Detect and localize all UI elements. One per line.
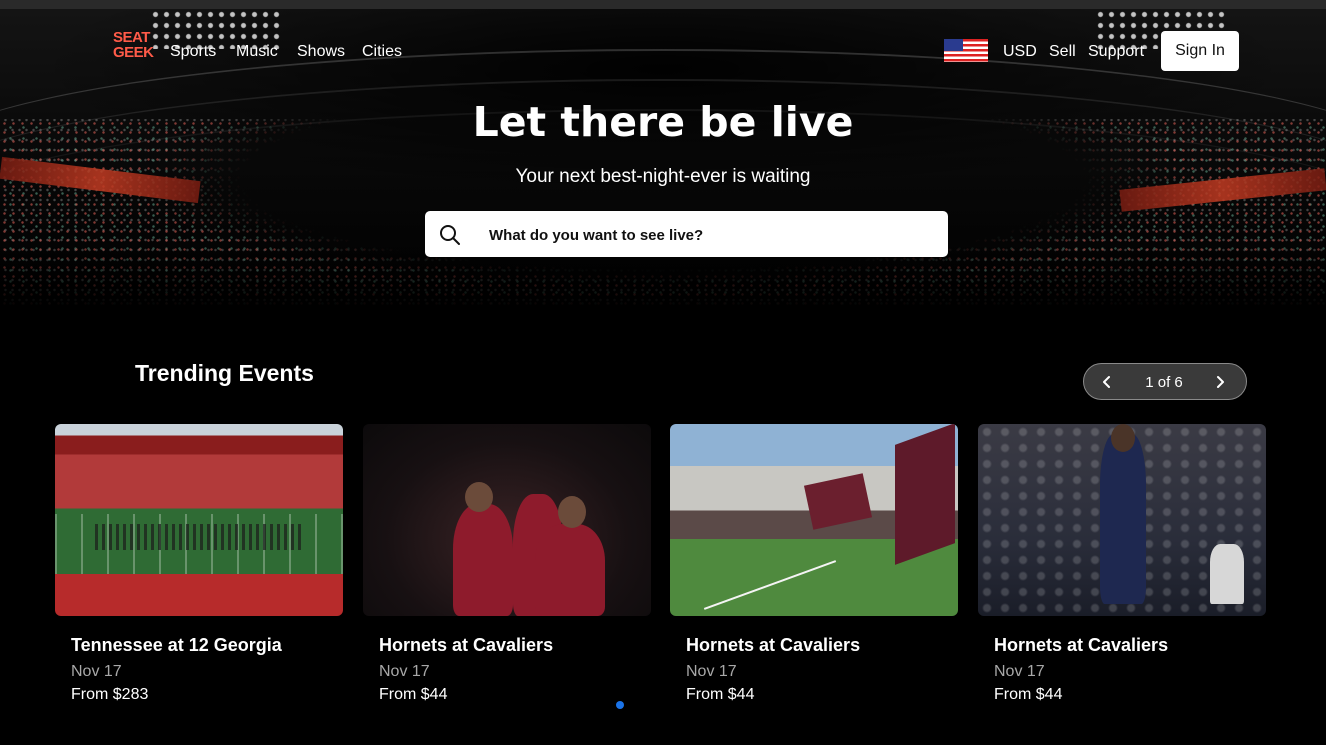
- us-flag-icon[interactable]: [944, 39, 988, 62]
- event-card[interactable]: Tennessee at 12 Georgia Nov 17 From $283: [55, 424, 343, 703]
- marching-band: [95, 524, 305, 550]
- pager-count: 1 of 6: [1145, 374, 1183, 391]
- trending-events-title: Trending Events: [135, 360, 314, 386]
- search-bar[interactable]: [425, 211, 948, 259]
- hero-title: Let there be live: [472, 98, 854, 146]
- support-link[interactable]: Support: [1088, 43, 1144, 61]
- player-figure: [1100, 434, 1146, 604]
- event-title: Hornets at Cavaliers: [379, 635, 554, 655]
- search-input[interactable]: [487, 211, 931, 259]
- nav-link-music[interactable]: Music: [236, 43, 278, 61]
- logo-line-1: SEAT: [113, 29, 150, 46]
- event-date: Nov 17: [379, 663, 430, 680]
- event-title: Tennessee at 12 Georgia: [71, 635, 282, 655]
- flag-canton: [944, 39, 963, 51]
- event-date: Nov 17: [71, 663, 122, 680]
- player-figure: [453, 504, 513, 616]
- nav-link-shows[interactable]: Shows: [297, 43, 345, 61]
- player-head: [558, 496, 586, 528]
- event-price: From $44: [994, 686, 1063, 703]
- hero-subtitle: Your next best-night-ever is waiting: [515, 166, 811, 187]
- event-card[interactable]: Hornets at Cavaliers Nov 17 From $44: [978, 424, 1266, 703]
- carousel-pager: 1 of 6: [1083, 363, 1247, 400]
- event-price: From $44: [686, 686, 755, 703]
- event-image: [978, 424, 1266, 616]
- event-price: From $44: [379, 686, 448, 703]
- team-flag: [895, 424, 955, 565]
- player-head: [465, 482, 493, 512]
- fan-figure: [1210, 544, 1244, 604]
- event-title: Hornets at Cavaliers: [994, 635, 1169, 655]
- top-navigation: SEAT GEEK Sports Music Shows Cities USD …: [0, 0, 1326, 100]
- logo-line-2: GEEK: [113, 44, 154, 61]
- team-flag: [803, 473, 873, 530]
- event-price: From $283: [71, 686, 149, 703]
- event-image: [670, 424, 958, 616]
- event-date: Nov 17: [686, 663, 737, 680]
- search-icon: [440, 225, 460, 245]
- nav-link-sports[interactable]: Sports: [170, 43, 216, 61]
- event-title: Hornets at Cavaliers: [686, 635, 861, 655]
- chevron-left-icon[interactable]: [1095, 370, 1119, 394]
- player-figure: [535, 524, 605, 616]
- event-image: [363, 424, 651, 616]
- event-date: Nov 17: [994, 663, 1045, 680]
- event-image: [55, 424, 343, 616]
- event-card[interactable]: Hornets at Cavaliers Nov 17 From $44: [670, 424, 958, 703]
- nav-link-cities[interactable]: Cities: [362, 43, 402, 61]
- sell-link[interactable]: Sell: [1049, 43, 1076, 61]
- chevron-right-icon[interactable]: [1208, 370, 1232, 394]
- event-card[interactable]: Hornets at Cavaliers Nov 17 From $44: [363, 424, 651, 703]
- currency-selector[interactable]: USD: [1003, 43, 1037, 61]
- sign-in-button[interactable]: Sign In: [1161, 31, 1239, 71]
- seatgeek-logo[interactable]: SEAT GEEK: [113, 30, 157, 60]
- field-line: [703, 560, 837, 610]
- carousel-indicator-dot[interactable]: [616, 701, 624, 709]
- player-head: [1111, 424, 1135, 452]
